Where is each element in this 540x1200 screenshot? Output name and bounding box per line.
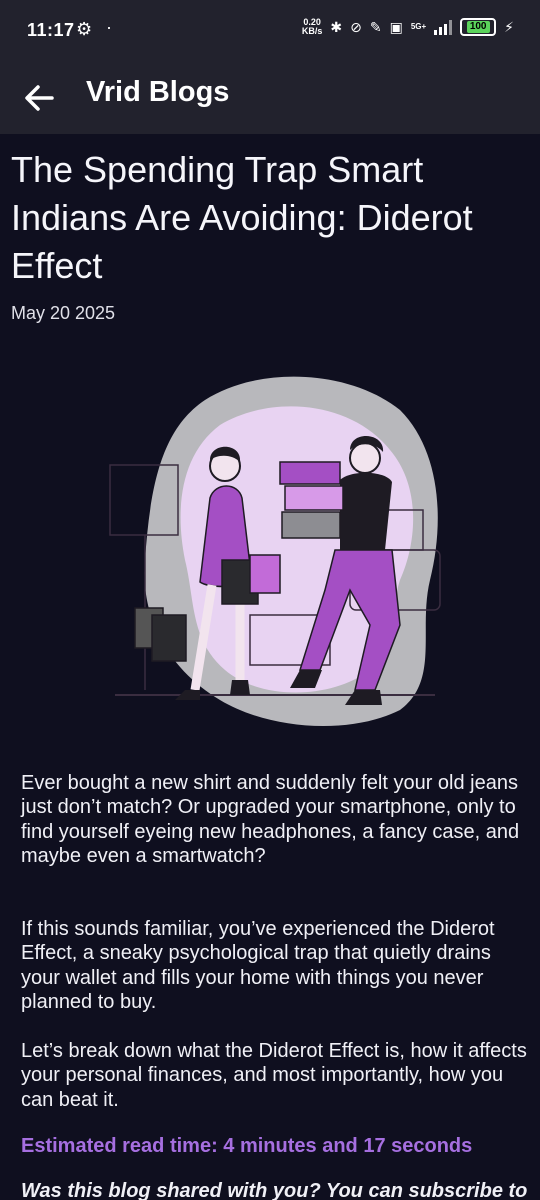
status-bar: 11:17 ⚙ · 0.20 KB/s ✱ ⊘ ✎ ▣ 5G+ 100 ⚡ — [0, 0, 540, 62]
notification-dot-icon: · — [106, 17, 112, 37]
back-arrow-icon[interactable] — [18, 76, 62, 120]
status-icons: 0.20 KB/s ✱ ⊘ ✎ ▣ 5G+ 100 ⚡ — [302, 18, 514, 36]
post-paragraph-3: Let’s break down what the Diderot Effect… — [21, 1040, 527, 1111]
network-type: 5G+ — [410, 22, 427, 31]
link-icon: ⊘ — [350, 18, 362, 35]
blog-content: The Spending Trap Smart Indians Are Avoi… — [0, 134, 540, 1200]
battery-level: 100 — [466, 21, 490, 33]
battery-icon: 100 — [460, 18, 497, 36]
app-title: Vrid Blogs — [86, 76, 230, 108]
post-date: May 20 2025 — [11, 303, 116, 323]
estimated-read-time: Estimated read time: 4 minutes and 17 se… — [21, 1135, 473, 1157]
mute-icon: ✎ — [369, 18, 382, 35]
post-title: The Spending Trap Smart Indians Are Avoi… — [11, 149, 473, 286]
signal-icon — [434, 19, 453, 35]
network-speed: 0.20 KB/s — [302, 18, 323, 36]
network-speed-unit: KB/s — [301, 26, 323, 36]
bluetooth-icon: ✱ — [330, 18, 343, 35]
charging-icon: ⚡ — [504, 18, 514, 35]
post-paragraph-2: If this sounds familiar, you’ve experien… — [21, 918, 495, 1014]
hero-illustration — [100, 370, 445, 730]
settings-gear-icon: ⚙ — [76, 19, 93, 39]
app-bar: Vrid Blogs — [0, 62, 540, 134]
post-paragraph-1: Ever bought a new shirt and suddenly fel… — [21, 772, 520, 868]
status-time: 11:17 — [27, 20, 75, 40]
subscribe-prompt: Was this blog shared with you? You can s… — [21, 1180, 528, 1200]
volte-icon: ▣ — [389, 18, 403, 35]
